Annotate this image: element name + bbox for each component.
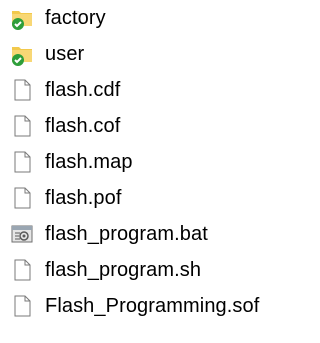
file-row-flash-pof[interactable]: flash.pof — [0, 182, 308, 214]
file-icon — [14, 115, 31, 137]
file-name: factory — [45, 7, 106, 29]
file-name: flash.map — [45, 151, 133, 173]
file-row-factory[interactable]: factory — [0, 2, 308, 34]
file-name: Flash_Programming.sof — [45, 295, 260, 317]
file-name: flash_program.sh — [45, 259, 202, 281]
file-icon — [14, 259, 31, 281]
file-name: flash.pof — [45, 187, 122, 209]
file-row-flash-program-bat[interactable]: flash_program.bat — [0, 218, 308, 250]
file-row-flash-cof[interactable]: flash.cof — [0, 110, 308, 142]
file-row-flash-programming-sof[interactable]: Flash_Programming.sof — [0, 290, 308, 322]
file-name: flash_program.bat — [45, 223, 208, 245]
file-icon — [14, 295, 31, 317]
file-list: factory user flash.cdf flash.cof flash.m… — [0, 0, 308, 343]
file-name: flash.cof — [45, 115, 121, 137]
file-icon — [14, 79, 31, 101]
folder-synced-icon — [12, 11, 32, 30]
file-row-flash-cdf[interactable]: flash.cdf — [0, 74, 308, 106]
batch-file-icon — [11, 225, 33, 243]
file-icon — [14, 187, 31, 209]
file-row-flash-map[interactable]: flash.map — [0, 146, 308, 178]
file-row-user[interactable]: user — [0, 38, 308, 70]
folder-synced-icon — [12, 47, 32, 66]
file-name: user — [45, 43, 85, 65]
file-icon — [14, 151, 31, 173]
file-row-flash-program-sh[interactable]: flash_program.sh — [0, 254, 308, 286]
file-name: flash.cdf — [45, 79, 121, 101]
